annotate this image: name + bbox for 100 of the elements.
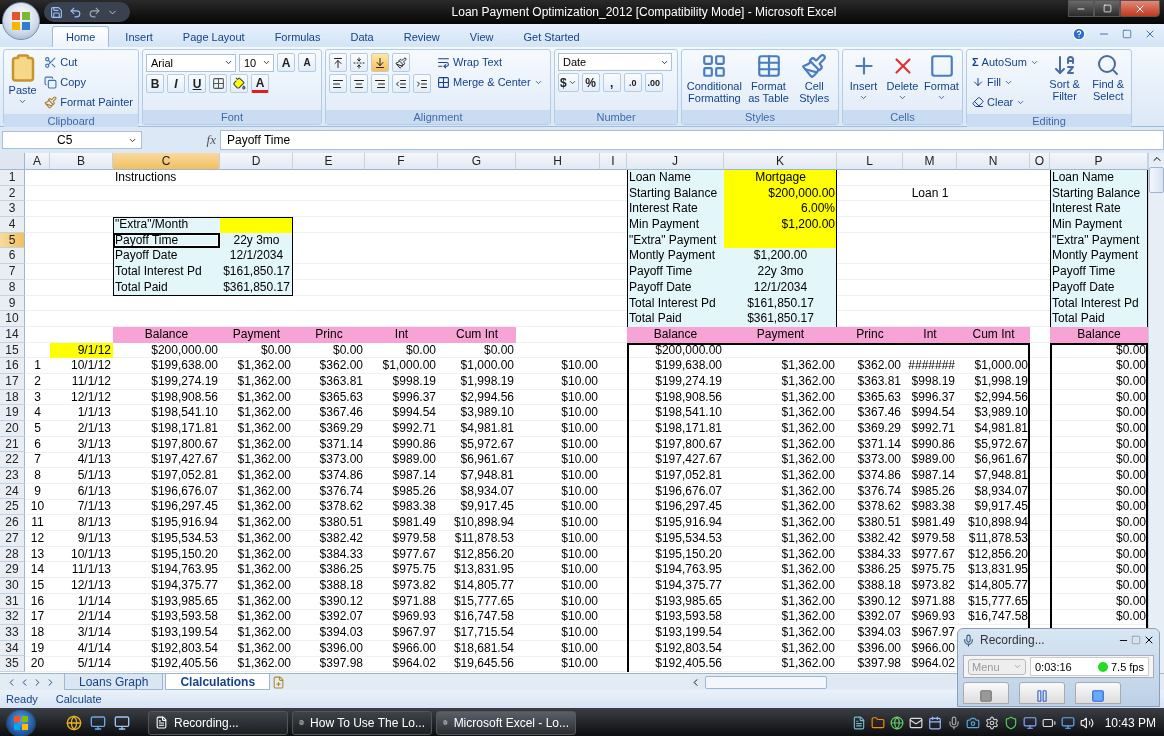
row-header[interactable]: 22 — [0, 452, 25, 469]
cells-button[interactable]: Format — [924, 53, 959, 102]
ribbon-tab[interactable]: View — [455, 26, 508, 47]
scroll-thumb[interactable] — [705, 675, 827, 689]
column-header[interactable]: I — [600, 153, 627, 170]
decimal-button[interactable]: .0 — [623, 73, 642, 92]
orientation-button[interactable] — [392, 53, 410, 72]
column-header[interactable]: M — [903, 153, 957, 170]
paste-button[interactable]: Paste — [7, 53, 39, 106]
row-header[interactable]: 4 — [0, 217, 25, 233]
bold-button[interactable]: B — [146, 74, 164, 93]
pause-button[interactable] — [1019, 682, 1065, 704]
speaker-icon[interactable] — [1079, 715, 1094, 730]
decimal-button[interactable]: .00 — [644, 73, 663, 92]
autosum-button[interactable]: Σ AutoSum — [970, 53, 1041, 71]
percent-button[interactable]: % — [581, 73, 600, 92]
column-header[interactable]: K — [724, 153, 837, 170]
horizontal-scrollbar[interactable] — [690, 675, 955, 689]
row-header[interactable]: 3 — [0, 201, 25, 218]
copy-button[interactable]: Copy — [42, 73, 135, 91]
align-center-button[interactable] — [350, 74, 368, 93]
align-right-button[interactable] — [371, 74, 389, 93]
row-header[interactable]: 1 — [0, 170, 25, 186]
monitor-icon[interactable] — [1022, 715, 1037, 730]
record-button[interactable] — [963, 682, 1009, 704]
row-header[interactable]: 7 — [0, 264, 25, 280]
row-header[interactable]: 10 — [0, 311, 25, 327]
column-header[interactable]: A — [25, 153, 50, 170]
number-format-field[interactable]: Date — [558, 53, 672, 71]
column-header[interactable]: E — [293, 153, 365, 170]
sheet-tab[interactable]: Clalculations — [165, 674, 271, 690]
mail-icon[interactable] — [908, 715, 923, 730]
row-header[interactable]: 26 — [0, 515, 25, 531]
wrap-text-button[interactable]: Wrap Text — [435, 53, 545, 71]
column-header[interactable]: F — [365, 153, 438, 170]
ribbon-tab[interactable]: Home — [52, 26, 110, 47]
camera-icon[interactable] — [965, 715, 980, 730]
row-header[interactable]: 23 — [0, 468, 25, 484]
styles-button[interactable]: Format as Table — [747, 53, 790, 104]
row-header[interactable]: 35 — [0, 656, 25, 672]
underline-button[interactable]: U — [188, 74, 206, 93]
start-button[interactable] — [6, 708, 36, 736]
column-header[interactable]: C — [113, 153, 220, 170]
column-header[interactable]: J — [627, 153, 724, 170]
styles-button[interactable]: Conditional Formatting — [685, 53, 744, 104]
ribbon-tab[interactable]: Page Layout — [168, 26, 259, 47]
styles-button[interactable]: Cell Styles — [793, 53, 835, 104]
maximize-button[interactable] — [1094, 0, 1120, 17]
merge-center-button[interactable]: Merge & Center — [435, 73, 545, 91]
row-header[interactable]: 29 — [0, 562, 25, 578]
font-color-button[interactable]: A — [251, 74, 269, 93]
fill-color-button[interactable] — [230, 74, 248, 93]
increase-indent-button[interactable] — [413, 74, 431, 93]
cells-button[interactable]: Delete — [885, 53, 920, 102]
window-switch-icon[interactable] — [114, 714, 130, 731]
cut-button[interactable]: Cut — [42, 53, 135, 71]
close-icon[interactable] — [1144, 28, 1156, 40]
save-button[interactable] — [50, 5, 63, 19]
fill-button[interactable]: Fill — [970, 73, 1041, 91]
ribbon-tab[interactable]: Insert — [111, 26, 167, 47]
close-button[interactable] — [1143, 634, 1155, 646]
column-header[interactable]: L — [837, 153, 903, 170]
row-header[interactable]: 16 — [0, 358, 25, 374]
column-header[interactable]: D — [220, 153, 293, 170]
microphone-icon[interactable] — [946, 715, 961, 730]
redo-button[interactable] — [88, 5, 101, 19]
taskbar-button[interactable]: Microsoft Excel - Lo... — [436, 710, 576, 735]
row-header[interactable]: 6 — [0, 248, 25, 265]
shrink-font-button[interactable]: A — [298, 53, 316, 72]
browser-icon[interactable] — [66, 714, 82, 731]
column-header[interactable]: P — [1050, 153, 1148, 170]
folder-icon[interactable] — [870, 715, 885, 730]
shield-icon[interactable] — [1003, 715, 1018, 730]
clear-button[interactable]: Clear — [970, 93, 1041, 111]
column-header[interactable]: B — [50, 153, 113, 170]
stop-button[interactable] — [1075, 682, 1121, 704]
row-header[interactable]: 32 — [0, 609, 25, 625]
ribbon-tab[interactable]: Data — [336, 26, 388, 47]
settings-icon[interactable] — [984, 715, 999, 730]
column-header[interactable]: N — [957, 153, 1030, 170]
align-left-button[interactable] — [329, 74, 347, 93]
cells-button[interactable]: Insert — [846, 53, 881, 102]
undo-button[interactable] — [69, 5, 82, 19]
find-select-button[interactable]: Find & Select — [1088, 53, 1128, 102]
format-painter-button[interactable]: Format Painter — [42, 93, 135, 111]
sort-filter-button[interactable]: Sort & Filter — [1044, 53, 1085, 102]
column-header[interactable]: O — [1030, 153, 1050, 170]
vertical-scrollbar[interactable] — [1148, 153, 1164, 673]
ribbon-tab[interactable]: Get Started — [509, 26, 594, 47]
taskbar-button[interactable]: How To Use The Lo... — [292, 710, 432, 735]
font-name-field[interactable]: Arial — [146, 53, 236, 72]
vertical-align-button[interactable] — [350, 53, 368, 72]
currency-button[interactable]: $ — [558, 73, 579, 92]
decrease-indent-button[interactable] — [392, 74, 410, 93]
scroll-thumb[interactable] — [1149, 167, 1164, 193]
network-icon[interactable] — [1060, 715, 1075, 730]
formula-field[interactable]: Payoff Time — [220, 130, 1164, 150]
insert-function-button[interactable]: fx — [146, 132, 216, 148]
globe-icon[interactable] — [889, 715, 904, 730]
font-size-field[interactable]: 10 — [239, 53, 274, 72]
